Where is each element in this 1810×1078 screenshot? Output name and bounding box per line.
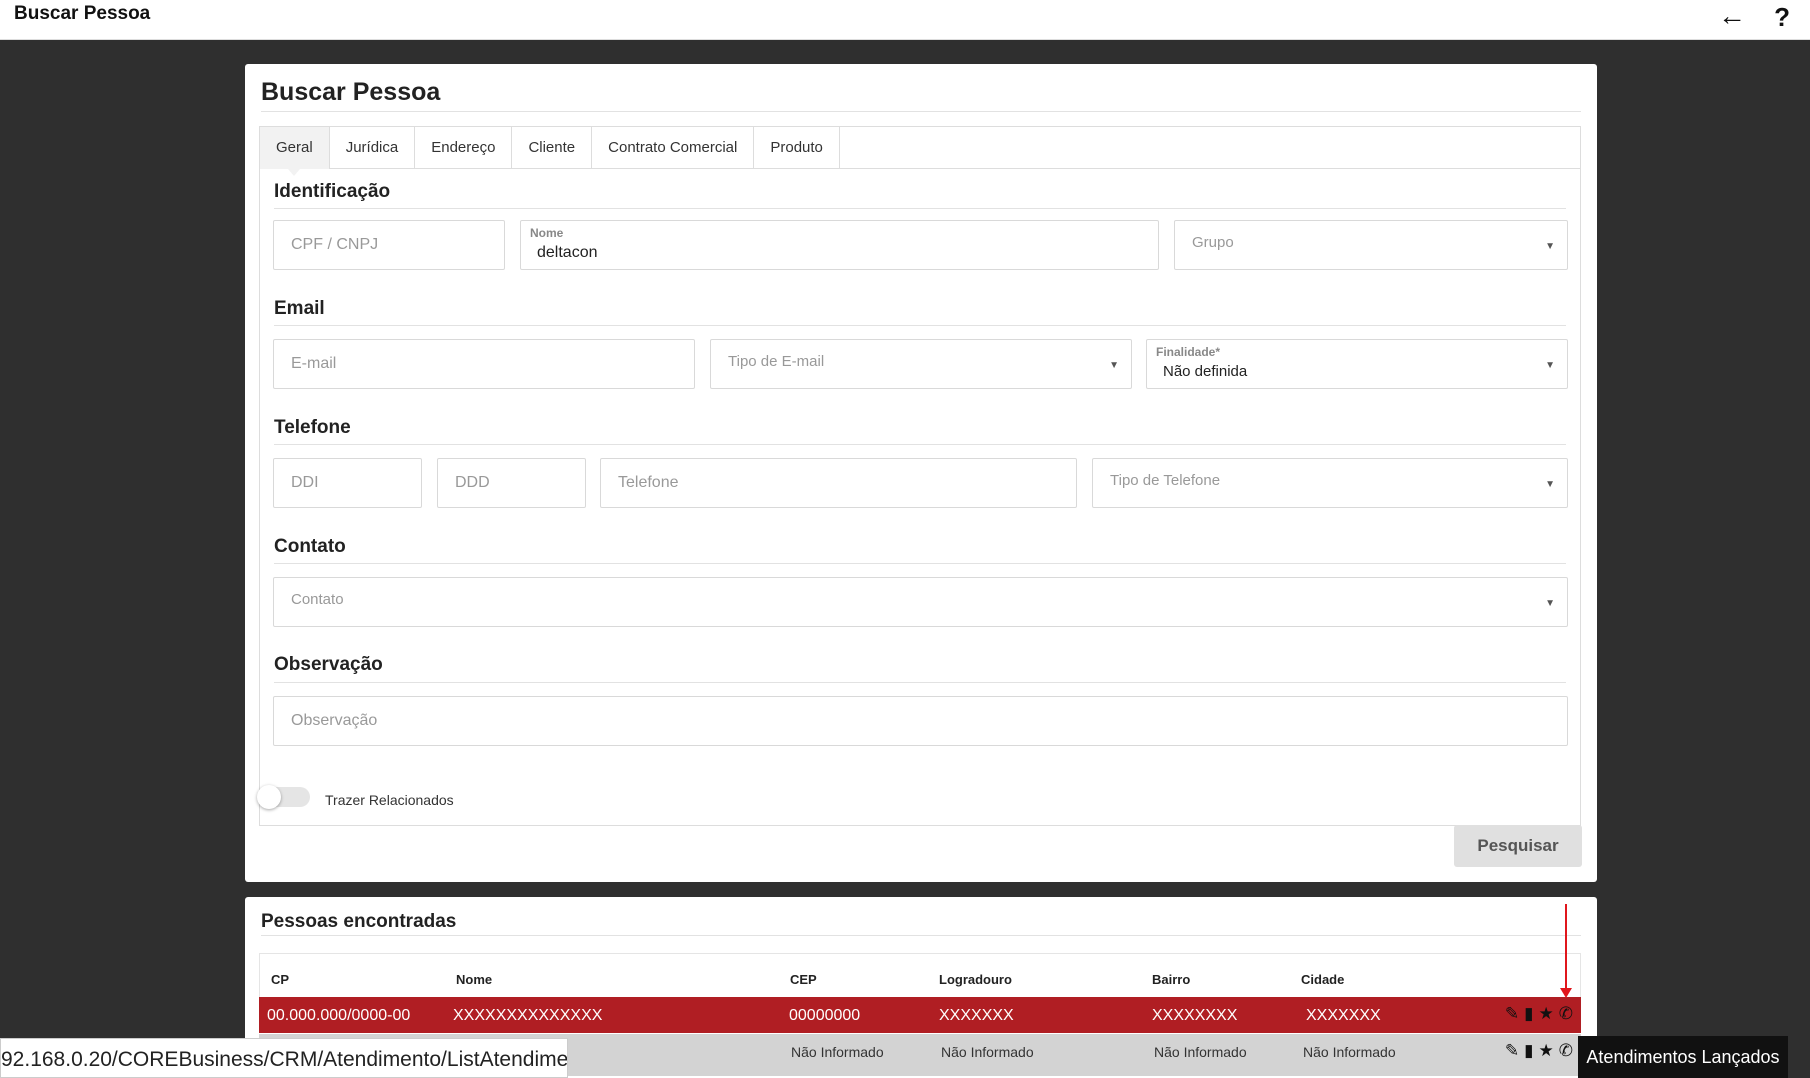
contato-select[interactable]: Contato ▼ [273, 577, 1568, 627]
phone-icon[interactable]: ✆ [1559, 1041, 1573, 1061]
pesquisar-button[interactable]: Pesquisar [1454, 825, 1582, 867]
finalidade-select[interactable]: Finalidade* Não definida ▼ [1146, 339, 1568, 389]
section-telefone: Telefone [274, 417, 351, 438]
tab-geral[interactable]: Geral [260, 127, 330, 176]
tab-endereco[interactable]: Endereço [415, 127, 513, 169]
page-title: Buscar Pessoa [261, 78, 441, 106]
cell-cidade: XXXXXXX [1306, 1007, 1381, 1024]
nome-label: Nome [530, 226, 564, 240]
cell-bairro: Não Informado [1154, 1044, 1247, 1060]
cpf-cnpj-placeholder: CPF / CNPJ [291, 236, 379, 253]
top-bar: Buscar Pessoa ← ? [0, 0, 1810, 40]
divider [274, 682, 1566, 683]
star-icon[interactable]: ★ [1539, 1041, 1554, 1061]
contato-placeholder: Contato [291, 591, 344, 608]
cell-logradouro: XXXXXXX [939, 1007, 1014, 1024]
app-title: Buscar Pessoa [14, 3, 151, 24]
tab-juridica[interactable]: Jurídica [330, 127, 416, 169]
tipo-telefone-select[interactable]: Tipo de Telefone ▼ [1092, 458, 1568, 508]
star-icon[interactable]: ★ [1539, 1004, 1554, 1024]
trazer-relacionados-label: Trazer Relacionados [325, 792, 454, 808]
chevron-down-icon: ▼ [1545, 598, 1555, 609]
document-icon[interactable]: ▮ [1524, 1041, 1533, 1061]
section-email: Email [274, 298, 325, 319]
telefone-input[interactable]: Telefone [600, 458, 1077, 508]
cell-cep: 00000000 [789, 1007, 861, 1024]
row-actions: ✎ ▮ ★ ✆ [1505, 1004, 1573, 1024]
table-header: CP Nome CEP Logradouro Bairro Cidade [259, 953, 1581, 997]
section-observacao: Observação [274, 654, 383, 675]
table-row[interactable]: 00.000.000/0000-00 XXXXXXXXXXXXXX 000000… [259, 997, 1581, 1033]
cell-logradouro: Não Informado [941, 1044, 1034, 1060]
column-header-cep[interactable]: CEP [790, 972, 817, 987]
column-header-nome[interactable]: Nome [456, 972, 492, 987]
ddd-placeholder: DDD [455, 474, 490, 491]
column-header-cidade[interactable]: Cidade [1301, 972, 1344, 987]
ddd-input[interactable]: DDD [437, 458, 586, 508]
question-icon[interactable]: ? [1774, 2, 1790, 33]
column-header-cp[interactable]: CP [271, 972, 289, 987]
email-input[interactable]: E-mail [273, 339, 695, 389]
email-placeholder: E-mail [291, 355, 337, 372]
chevron-down-icon: ▼ [1109, 360, 1119, 371]
chevron-down-icon: ▼ [1545, 360, 1555, 371]
tipo-email-select[interactable]: Tipo de E-mail ▼ [710, 339, 1132, 389]
chevron-down-icon: ▼ [1545, 479, 1555, 490]
divider [274, 325, 1566, 326]
telefone-placeholder: Telefone [618, 474, 679, 491]
arrow-left-icon[interactable]: ← [1718, 0, 1746, 32]
finalidade-label: Finalidade* [1156, 345, 1221, 359]
ddi-placeholder: DDI [291, 474, 319, 491]
section-identificacao: Identificação [274, 181, 391, 202]
divider [274, 444, 1566, 445]
status-bar-url: 92.168.0.20/COREBusiness/CRM/Atendimento… [0, 1038, 568, 1078]
tab-panel: Geral Jurídica Endereço Cliente Contrato… [259, 126, 1581, 826]
edit-icon[interactable]: ✎ [1505, 1041, 1519, 1061]
observacao-placeholder: Observação [291, 712, 378, 729]
tipo-telefone-placeholder: Tipo de Telefone [1110, 472, 1221, 489]
cpf-cnpj-input[interactable]: CPF / CNPJ [273, 220, 505, 270]
divider [274, 208, 1566, 209]
observacao-input[interactable]: Observação [273, 696, 1568, 746]
nome-input[interactable]: Nome deltacon [520, 220, 1159, 270]
trazer-relacionados-toggle[interactable] [257, 785, 310, 809]
cell-nome: XXXXXXXXXXXXXX [453, 1007, 603, 1024]
grupo-select[interactable]: Grupo ▼ [1174, 220, 1568, 270]
divider [274, 563, 1566, 564]
divider [261, 935, 1581, 936]
nome-value: deltacon [537, 244, 598, 261]
tab-contrato-comercial[interactable]: Contrato Comercial [592, 127, 755, 169]
edit-icon[interactable]: ✎ [1505, 1004, 1519, 1024]
divider [261, 111, 1581, 112]
tab-bar: Geral Jurídica Endereço Cliente Contrato… [260, 127, 1580, 176]
grupo-placeholder: Grupo [1192, 234, 1234, 251]
search-form-card: Buscar Pessoa Geral Jurídica Endereço Cl… [245, 64, 1597, 882]
row-actions: ✎ ▮ ★ ✆ [1505, 1041, 1573, 1061]
section-contato: Contato [274, 536, 346, 557]
cell-cp: 00.000.000/0000-00 [267, 1007, 411, 1024]
ddi-input[interactable]: DDI [273, 458, 422, 508]
tab-cliente[interactable]: Cliente [512, 127, 593, 169]
tab-produto[interactable]: Produto [754, 127, 840, 169]
cell-cep: Não Informado [791, 1044, 884, 1060]
toggle-knob [257, 785, 281, 809]
phone-icon[interactable]: ✆ [1559, 1004, 1573, 1024]
annotation-arrow-head [1560, 988, 1572, 998]
annotation-arrow [1565, 904, 1567, 992]
finalidade-value: Não definida [1163, 363, 1248, 380]
results-title: Pessoas encontradas [261, 911, 457, 932]
tipo-email-placeholder: Tipo de E-mail [728, 353, 825, 370]
cell-bairro: XXXXXXXX [1152, 1007, 1238, 1024]
tooltip: Atendimentos Lançados [1578, 1036, 1788, 1078]
column-header-logradouro[interactable]: Logradouro [939, 972, 1012, 987]
column-header-bairro[interactable]: Bairro [1152, 972, 1190, 987]
document-icon[interactable]: ▮ [1524, 1004, 1533, 1024]
chevron-down-icon: ▼ [1545, 241, 1555, 252]
cell-cidade: Não Informado [1303, 1044, 1396, 1060]
